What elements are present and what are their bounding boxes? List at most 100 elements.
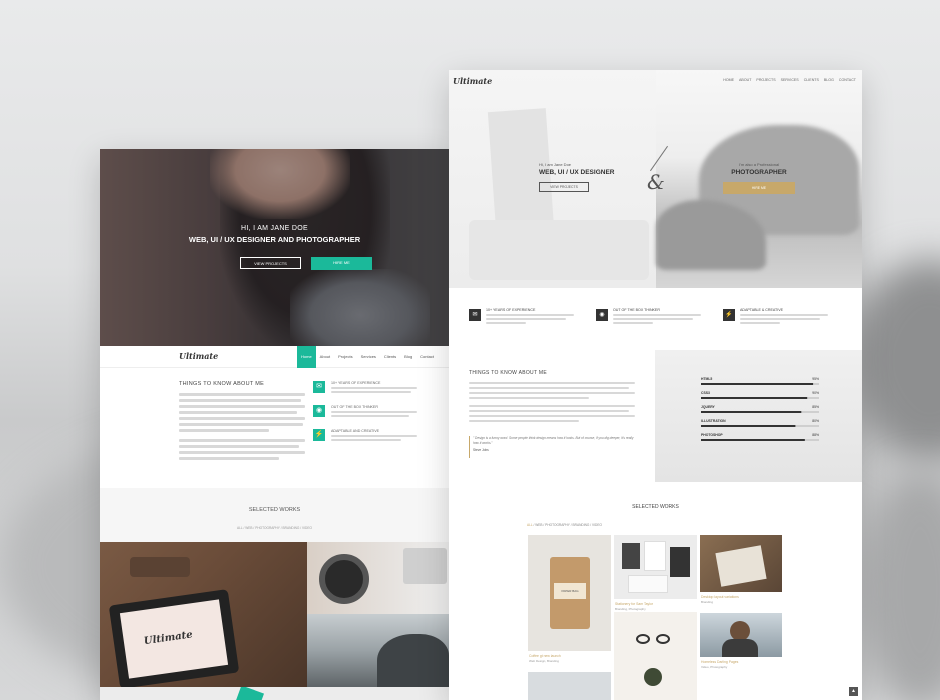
features-row: ✉ 10+ YEARS OF EXPERIENCE ◉ OUT OF THE B… — [449, 288, 862, 350]
text-line — [740, 322, 780, 324]
nav-item-home[interactable]: HOME — [723, 78, 734, 82]
text-line — [179, 411, 297, 414]
site-logo[interactable]: Ultimate — [179, 351, 218, 361]
filter-photography[interactable]: PHOTOGRAPHY — [255, 526, 280, 530]
hero-title: WEB, UI / UX DESIGNER AND PHOTOGRAPHER — [188, 235, 361, 244]
filter-branding[interactable]: BRANDING — [283, 526, 300, 530]
filter-photography[interactable]: PHOTOGRAPHY — [545, 523, 570, 527]
text-line — [179, 417, 305, 420]
skill-bar — [701, 397, 808, 399]
works-title: SELECTED WORKS — [248, 507, 301, 513]
person-body — [722, 639, 758, 657]
view-projects-button[interactable]: VIEW PROJECTS — [240, 257, 301, 269]
text-line — [331, 415, 409, 417]
skill-label: HTML5 — [701, 377, 712, 381]
nav-item-contact[interactable]: Contact — [416, 346, 438, 368]
works-filters: ALL / WEB / PHOTOGRAPHY / BRANDING / VID… — [527, 523, 602, 527]
green-card — [235, 687, 265, 700]
hero-right-title: PHOTOGRAPHER — [731, 169, 787, 176]
nav-menu: HOME ABOUT PROJECTS SERVICES CLIENTS BLO… — [723, 78, 856, 82]
text-line — [469, 410, 629, 412]
work-title[interactable]: Desktop layout variations — [701, 595, 739, 599]
work-tile-laptop[interactable] — [528, 672, 611, 700]
rock-shape — [377, 634, 449, 687]
filter-video[interactable]: VIDEO — [302, 526, 312, 530]
skill-label: PHOTOSHOP — [701, 433, 723, 437]
hire-me-button[interactable]: HIRE ME — [723, 182, 795, 194]
hero-greeting: HI, I AM JANE DOE — [241, 225, 308, 232]
text-line — [179, 429, 269, 432]
quote-block: " Design is a funny word. Some people th… — [469, 436, 637, 458]
nav-item-blog[interactable]: BLOG — [824, 78, 834, 82]
nav-item-services[interactable]: Services — [357, 346, 380, 368]
bolt-icon: ⚡ — [313, 429, 325, 441]
quote-text: " Design is a funny word. Some people th… — [473, 436, 634, 445]
work-tile-stationery[interactable] — [614, 535, 697, 599]
laptop-shape — [403, 548, 447, 584]
filter-all[interactable]: ALL — [527, 523, 533, 527]
blurred-rock — [850, 260, 940, 460]
filter-branding[interactable]: BRANDING — [573, 523, 590, 527]
nav-item-projects[interactable]: Projects — [334, 346, 356, 368]
nav-item-projects[interactable]: PROJECTS — [756, 78, 775, 82]
work-tile-person[interactable] — [700, 613, 782, 657]
site-logo[interactable]: Ultimate — [453, 76, 492, 86]
filter-all[interactable]: ALL — [237, 526, 243, 530]
text-line — [331, 387, 417, 389]
glasses-lens — [656, 634, 670, 644]
work-tile-tablet[interactable]: Ultimate — [100, 542, 307, 687]
camera-lens — [319, 554, 369, 604]
text-line — [331, 439, 401, 441]
nav-item-home[interactable]: Home — [297, 346, 316, 368]
right-website-screenshot: & Hi, I am Jane Doe WEB, UI / UX DESIGNE… — [449, 70, 862, 700]
nav-item-services[interactable]: SERVICES — [781, 78, 799, 82]
skill-label: JQUERY — [701, 405, 716, 409]
work-tile-desktop[interactable] — [700, 535, 782, 592]
work-tile-camera[interactable] — [307, 542, 449, 614]
nav-item-clients[interactable]: Clients — [380, 346, 400, 368]
nav-item-about[interactable]: ABOUT — [739, 78, 751, 82]
work-tile-row — [100, 687, 449, 700]
work-tile-glasses[interactable] — [614, 612, 697, 700]
skills-panel: HTML5 95% CSS3 90% JQUERY 85% ILLUSTRATION 80% P… — [655, 350, 862, 482]
skill-label: ILLUSTRATION — [701, 419, 726, 423]
work-title[interactable]: Homeless Darling Pages — [701, 660, 738, 664]
text-line — [469, 415, 635, 417]
text-line — [179, 393, 305, 396]
laptop-shape — [469, 220, 649, 280]
view-projects-button[interactable]: VIEW PROJECTS — [539, 182, 589, 192]
nav-item-blog[interactable]: Blog — [400, 346, 416, 368]
text-line — [613, 318, 693, 320]
work-title[interactable]: Stationery for Sam Taylor — [615, 602, 653, 606]
skill-bar — [701, 383, 814, 385]
bag-label: PAPER BAG — [554, 583, 586, 599]
card-shape — [628, 575, 668, 593]
nav-item-contact[interactable]: CONTACT — [839, 78, 856, 82]
nav-item-clients[interactable]: CLIENTS — [804, 78, 819, 82]
filter-video[interactable]: VIDEO — [592, 523, 602, 527]
hire-me-button[interactable]: HIRE ME — [311, 257, 372, 270]
glasses-lens — [636, 634, 650, 644]
text-line — [613, 322, 653, 324]
text-line — [331, 391, 411, 393]
text-line — [613, 314, 701, 316]
bag-shape — [130, 557, 190, 577]
text-line — [179, 399, 301, 402]
text-line — [486, 314, 574, 316]
work-tile-sea[interactable] — [307, 614, 449, 687]
text-line — [331, 411, 417, 413]
nav-item-about[interactable]: About — [316, 346, 334, 368]
about-title: THINGS TO KNOW ABOUT ME — [179, 381, 265, 387]
about-title: THINGS TO KNOW ABOUT ME — [469, 370, 548, 376]
work-title[interactable]: Coffee gt new launch — [529, 654, 561, 658]
work-tile-paper-bag[interactable]: PAPER BAG — [528, 535, 611, 651]
text-line — [469, 397, 589, 399]
work-tags: Video, Photography — [701, 665, 728, 669]
filter-web[interactable]: WEB — [245, 526, 252, 530]
filter-web[interactable]: WEB — [535, 523, 542, 527]
hero-section: HI, I AM JANE DOE WEB, UI / UX DESIGNER … — [100, 149, 449, 346]
scroll-to-top-button[interactable]: ▲ — [849, 687, 858, 696]
skill-value: 85% — [812, 405, 819, 409]
about-text-panel: THINGS TO KNOW ABOUT ME " Design is a fu… — [449, 350, 655, 482]
left-website-screenshot: HI, I AM JANE DOE WEB, UI / UX DESIGNER … — [100, 149, 449, 700]
